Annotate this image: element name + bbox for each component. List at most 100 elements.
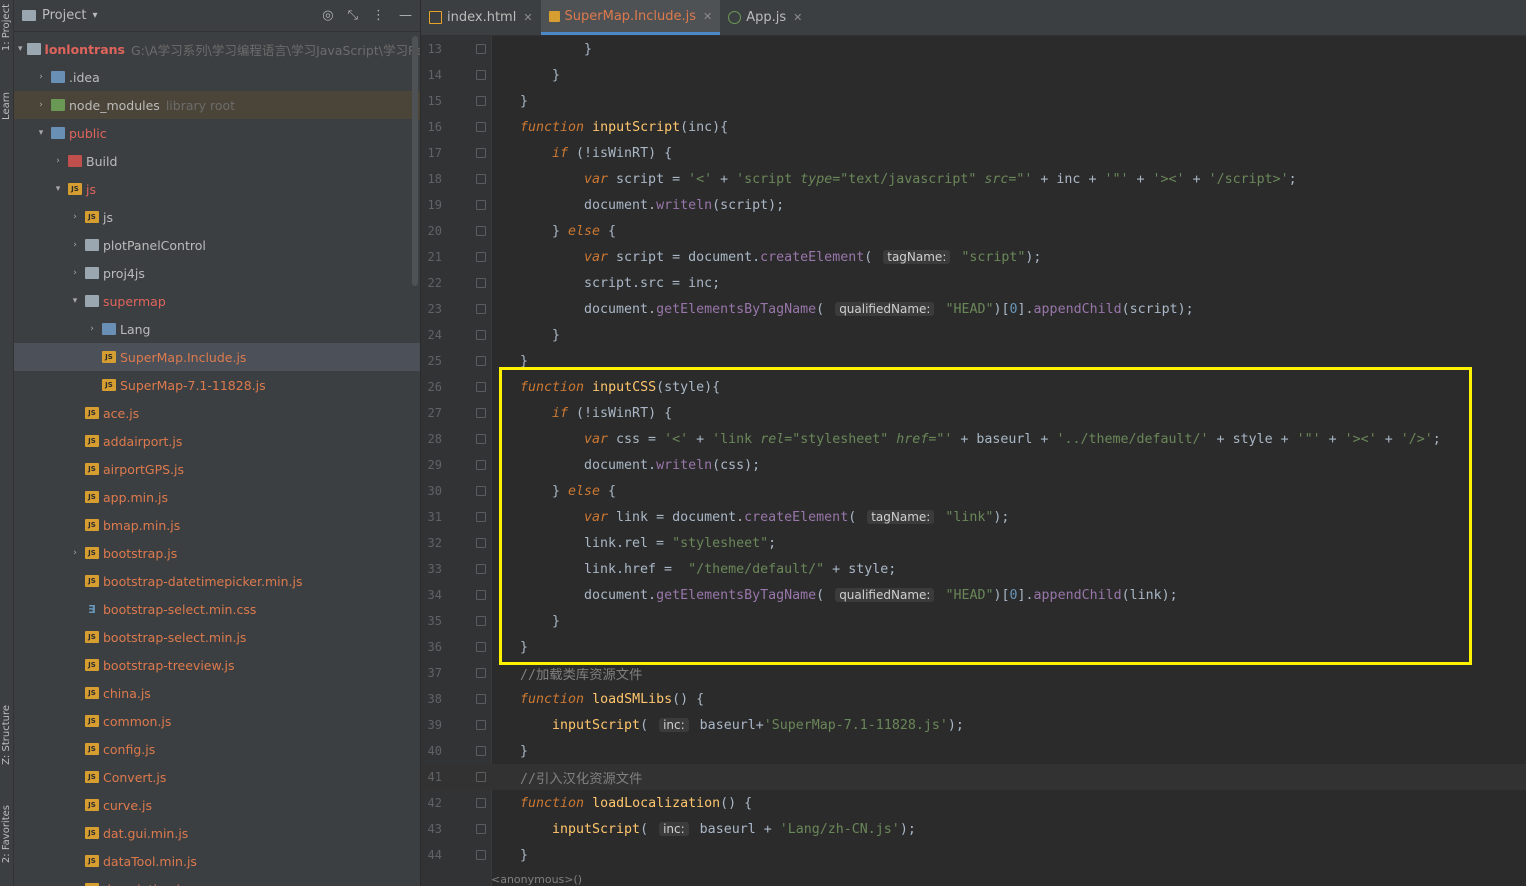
tree-item[interactable]: JS dat.gui.min.js <box>14 819 420 847</box>
code-line[interactable]: 22 script.src = inc; <box>421 270 1526 296</box>
chevron-right-icon[interactable]: › <box>69 212 81 222</box>
fold-marker-icon[interactable] <box>476 720 486 730</box>
code-line[interactable]: 16 function inputScript(inc){ <box>421 114 1526 140</box>
chevron-down-icon[interactable]: ▾ <box>69 296 81 306</box>
code-line[interactable]: 24} <box>421 322 1526 348</box>
fold-marker-icon[interactable] <box>476 96 486 106</box>
close-icon[interactable]: ✕ <box>523 11 532 24</box>
chevron-down-icon[interactable]: ▾ <box>35 128 47 138</box>
tool-tab-project[interactable]: 1: Project <box>0 4 13 51</box>
tool-tab-favorites[interactable]: 2: Favorites <box>0 805 13 863</box>
fold-marker-icon[interactable] <box>476 460 486 470</box>
fold-marker-icon[interactable] <box>476 824 486 834</box>
code-line[interactable]: 35} <box>421 608 1526 634</box>
code-line[interactable]: 27 if (!isWinRT) { <box>421 400 1526 426</box>
fold-marker-icon[interactable] <box>476 174 486 184</box>
tree-item[interactable]: ▾ public <box>14 119 420 147</box>
tree-item[interactable]: JS app.min.js <box>14 483 420 511</box>
chevron-right-icon[interactable]: › <box>35 72 47 82</box>
more-options-icon[interactable]: ⋮ <box>372 8 385 23</box>
tree-item[interactable]: JS bootstrap-treeview.js <box>14 651 420 679</box>
code-line[interactable]: 25} <box>421 348 1526 374</box>
tree-item[interactable]: › JS bootstrap.js <box>14 539 420 567</box>
fold-marker-icon[interactable] <box>476 538 486 548</box>
chevron-right-icon[interactable]: › <box>86 324 98 334</box>
fold-marker-icon[interactable] <box>476 642 486 652</box>
code-line[interactable]: 40} <box>421 738 1526 764</box>
fold-marker-icon[interactable] <box>476 330 486 340</box>
code-line[interactable]: 34 document.getElementsByTagName( qualifi… <box>421 582 1526 608</box>
code-line[interactable]: 26 function inputCSS(style){ <box>421 374 1526 400</box>
code-line[interactable]: 31 var link = document.createElement( tag… <box>421 504 1526 530</box>
tree-item[interactable]: JS config.js <box>14 735 420 763</box>
close-icon[interactable]: ✕ <box>793 11 802 24</box>
fold-marker-icon[interactable] <box>476 200 486 210</box>
chevron-down-icon[interactable]: ▾ <box>92 10 97 21</box>
chevron-right-icon[interactable]: › <box>69 268 81 278</box>
tree-item[interactable]: ∃ bootstrap-select.min.css <box>14 595 420 623</box>
tree-item[interactable]: JSdescription.js <box>14 875 420 886</box>
tree-item[interactable]: › plotPanelControl <box>14 231 420 259</box>
editor-tab[interactable]: index.html ✕ <box>421 0 541 35</box>
tree-item[interactable]: JS dataTool.min.js <box>14 847 420 875</box>
editor-tab[interactable]: SuperMap.Include.js ✕ <box>540 0 721 35</box>
code-line[interactable]: 15} <box>421 88 1526 114</box>
tree-item[interactable]: JS SuperMap-7.1-11828.js <box>14 371 420 399</box>
project-panel-title[interactable]: Project <box>42 8 86 23</box>
fold-marker-icon[interactable] <box>476 616 486 626</box>
close-icon[interactable]: ✕ <box>703 10 712 23</box>
fold-marker-icon[interactable] <box>476 694 486 704</box>
collapse-all-icon[interactable]: ⤡ <box>348 8 358 23</box>
code-line[interactable]: 37 //加载类库资源文件 <box>421 660 1526 686</box>
locate-file-icon[interactable]: ◎ <box>322 8 333 23</box>
code-line[interactable]: 19 document.writeln(script); <box>421 192 1526 218</box>
chevron-right-icon[interactable]: › <box>69 548 81 558</box>
code-line[interactable]: 44} <box>421 842 1526 868</box>
code-line[interactable]: 18 var script = '<' + 'script type="text/… <box>421 166 1526 192</box>
code-line[interactable]: 30} else { <box>421 478 1526 504</box>
tree-item[interactable]: JS china.js <box>14 679 420 707</box>
tree-item[interactable]: ▾ JS js <box>14 175 420 203</box>
tree-item[interactable]: › .idea <box>14 63 420 91</box>
code-line[interactable]: 33 link.href = "/theme/default/" + style; <box>421 556 1526 582</box>
tree-item[interactable]: JS curve.js <box>14 791 420 819</box>
chevron-down-icon[interactable]: ▾ <box>18 44 23 54</box>
code-breadcrumb[interactable]: <anonymous>() <box>491 873 582 886</box>
fold-marker-icon[interactable] <box>476 668 486 678</box>
fold-marker-icon[interactable] <box>476 226 486 236</box>
editor-tab[interactable]: App.js ✕ <box>720 0 810 35</box>
tree-item[interactable]: › JS js <box>14 203 420 231</box>
tree-item[interactable]: JS airportGPS.js <box>14 455 420 483</box>
chevron-right-icon[interactable]: › <box>52 156 64 166</box>
tree-item[interactable]: JS common.js <box>14 707 420 735</box>
tree-item[interactable]: › Build <box>14 147 420 175</box>
tree-item[interactable]: JS bootstrap-select.min.js <box>14 623 420 651</box>
code-line[interactable]: 17 if (!isWinRT) { <box>421 140 1526 166</box>
tree-item[interactable]: JS addairport.js <box>14 427 420 455</box>
code-line[interactable]: 13} <box>421 36 1526 62</box>
fold-marker-icon[interactable] <box>476 278 486 288</box>
tree-item[interactable]: › node_modules library root <box>14 91 420 119</box>
code-line[interactable]: 29 document.writeln(css); <box>421 452 1526 478</box>
fold-marker-icon[interactable] <box>476 44 486 54</box>
fold-marker-icon[interactable] <box>476 746 486 756</box>
code-line[interactable]: 32 link.rel = "stylesheet"; <box>421 530 1526 556</box>
tree-item[interactable]: › proj4js <box>14 259 420 287</box>
fold-marker-icon[interactable] <box>476 304 486 314</box>
fold-marker-icon[interactable] <box>476 382 486 392</box>
tree-item[interactable]: ▾ supermap <box>14 287 420 315</box>
tree-item[interactable]: › Lang <box>14 315 420 343</box>
tree-item[interactable]: JS ace.js <box>14 399 420 427</box>
fold-marker-icon[interactable] <box>476 512 486 522</box>
fold-marker-icon[interactable] <box>476 772 486 782</box>
fold-marker-icon[interactable] <box>476 850 486 860</box>
code-line[interactable]: 28 var css = '<' + 'link rel="stylesheet"… <box>421 426 1526 452</box>
code-line[interactable]: 43 inputScript( inc: baseurl + 'Lang/zh-C… <box>421 816 1526 842</box>
code-line[interactable]: 21 var script = document.createElement( t… <box>421 244 1526 270</box>
code-line[interactable]: 23 document.getElementsByTagName( qualifi… <box>421 296 1526 322</box>
tree-item[interactable]: JS bmap.min.js <box>14 511 420 539</box>
fold-marker-icon[interactable] <box>476 564 486 574</box>
chevron-right-icon[interactable]: › <box>69 240 81 250</box>
tree-item[interactable]: JS SuperMap.Include.js <box>14 343 420 371</box>
code-line[interactable]: 39 inputScript( inc: baseurl+'SuperMap-7.… <box>421 712 1526 738</box>
